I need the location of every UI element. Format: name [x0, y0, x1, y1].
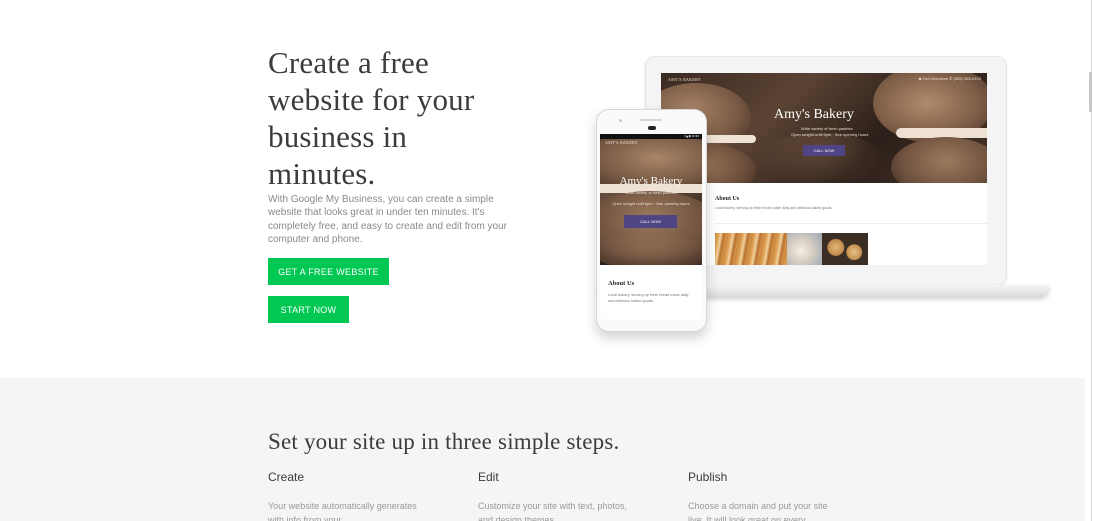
step-publish-text: Choose a domain and put your site live. … [688, 501, 828, 521]
phone-sensor [619, 119, 622, 122]
bread-photo [715, 233, 787, 265]
laptop-hours: Open tonight until 6pm · See opening hou… [791, 132, 869, 137]
laptop-nav-contact: ◆ Get Directions ✆ (555) 555-0123 [918, 76, 981, 81]
hero-description: With Google My Business, you can create … [268, 194, 508, 245]
laptop-about-text: Local bakery, serving up fresh bread mad… [715, 206, 833, 210]
laptop-about-title: About Us [715, 196, 740, 202]
hero-title: Create a free website for your business … [268, 45, 475, 191]
start-now-button[interactable]: START NOW [268, 296, 349, 323]
step-edit-text: Customize your site with text, photos, a… [478, 501, 628, 521]
phone-speaker [640, 119, 662, 121]
laptop-site-title: Amy's Bakery [774, 107, 854, 122]
laptop-divider [715, 223, 987, 224]
laptop-call-now-button[interactable]: CALL NOW [803, 145, 845, 156]
phone-screen: ▾◢ ▮ 12:30 AMY'S BAKERY Amy's Bakery Wid… [600, 134, 702, 320]
phone-tagline: Wide variety of fresh pastries [625, 190, 677, 195]
step-create-heading: Create [268, 470, 305, 484]
step-edit-heading: Edit [478, 470, 499, 484]
scrollbar-thumb[interactable] [1089, 72, 1092, 112]
step-create-text: Your website automatically generates wit… [268, 501, 417, 521]
step-publish-heading: Publish [688, 470, 728, 484]
laptop-brand: AMY'S BAKERY [668, 77, 702, 82]
laptop-photo-gallery [715, 233, 868, 265]
phone-hours: Open tonight until 6pm · See opening hou… [612, 201, 690, 206]
laptop-screen: AMY'S BAKERY ◆ Get Directions ✆ (555) 55… [661, 73, 987, 265]
dough-photo [787, 233, 822, 265]
get-free-website-button[interactable]: GET A FREE WEBSITE [268, 258, 389, 285]
phone-site-title: Amy's Bakery [619, 175, 683, 187]
laptop-tagline: Wide variety of fresh pastries [801, 126, 853, 131]
phone-call-now-button[interactable]: CALL NOW [624, 215, 677, 228]
steps-title: Set your site up in three simple steps. [268, 429, 620, 454]
buns-photo [822, 233, 868, 265]
phone-about-title: About Us [608, 280, 635, 287]
phone-brand: AMY'S BAKERY [605, 140, 639, 145]
phone-about-text: Local bakery, serving up fresh bread mad… [608, 293, 689, 303]
phone-camera [648, 126, 656, 130]
